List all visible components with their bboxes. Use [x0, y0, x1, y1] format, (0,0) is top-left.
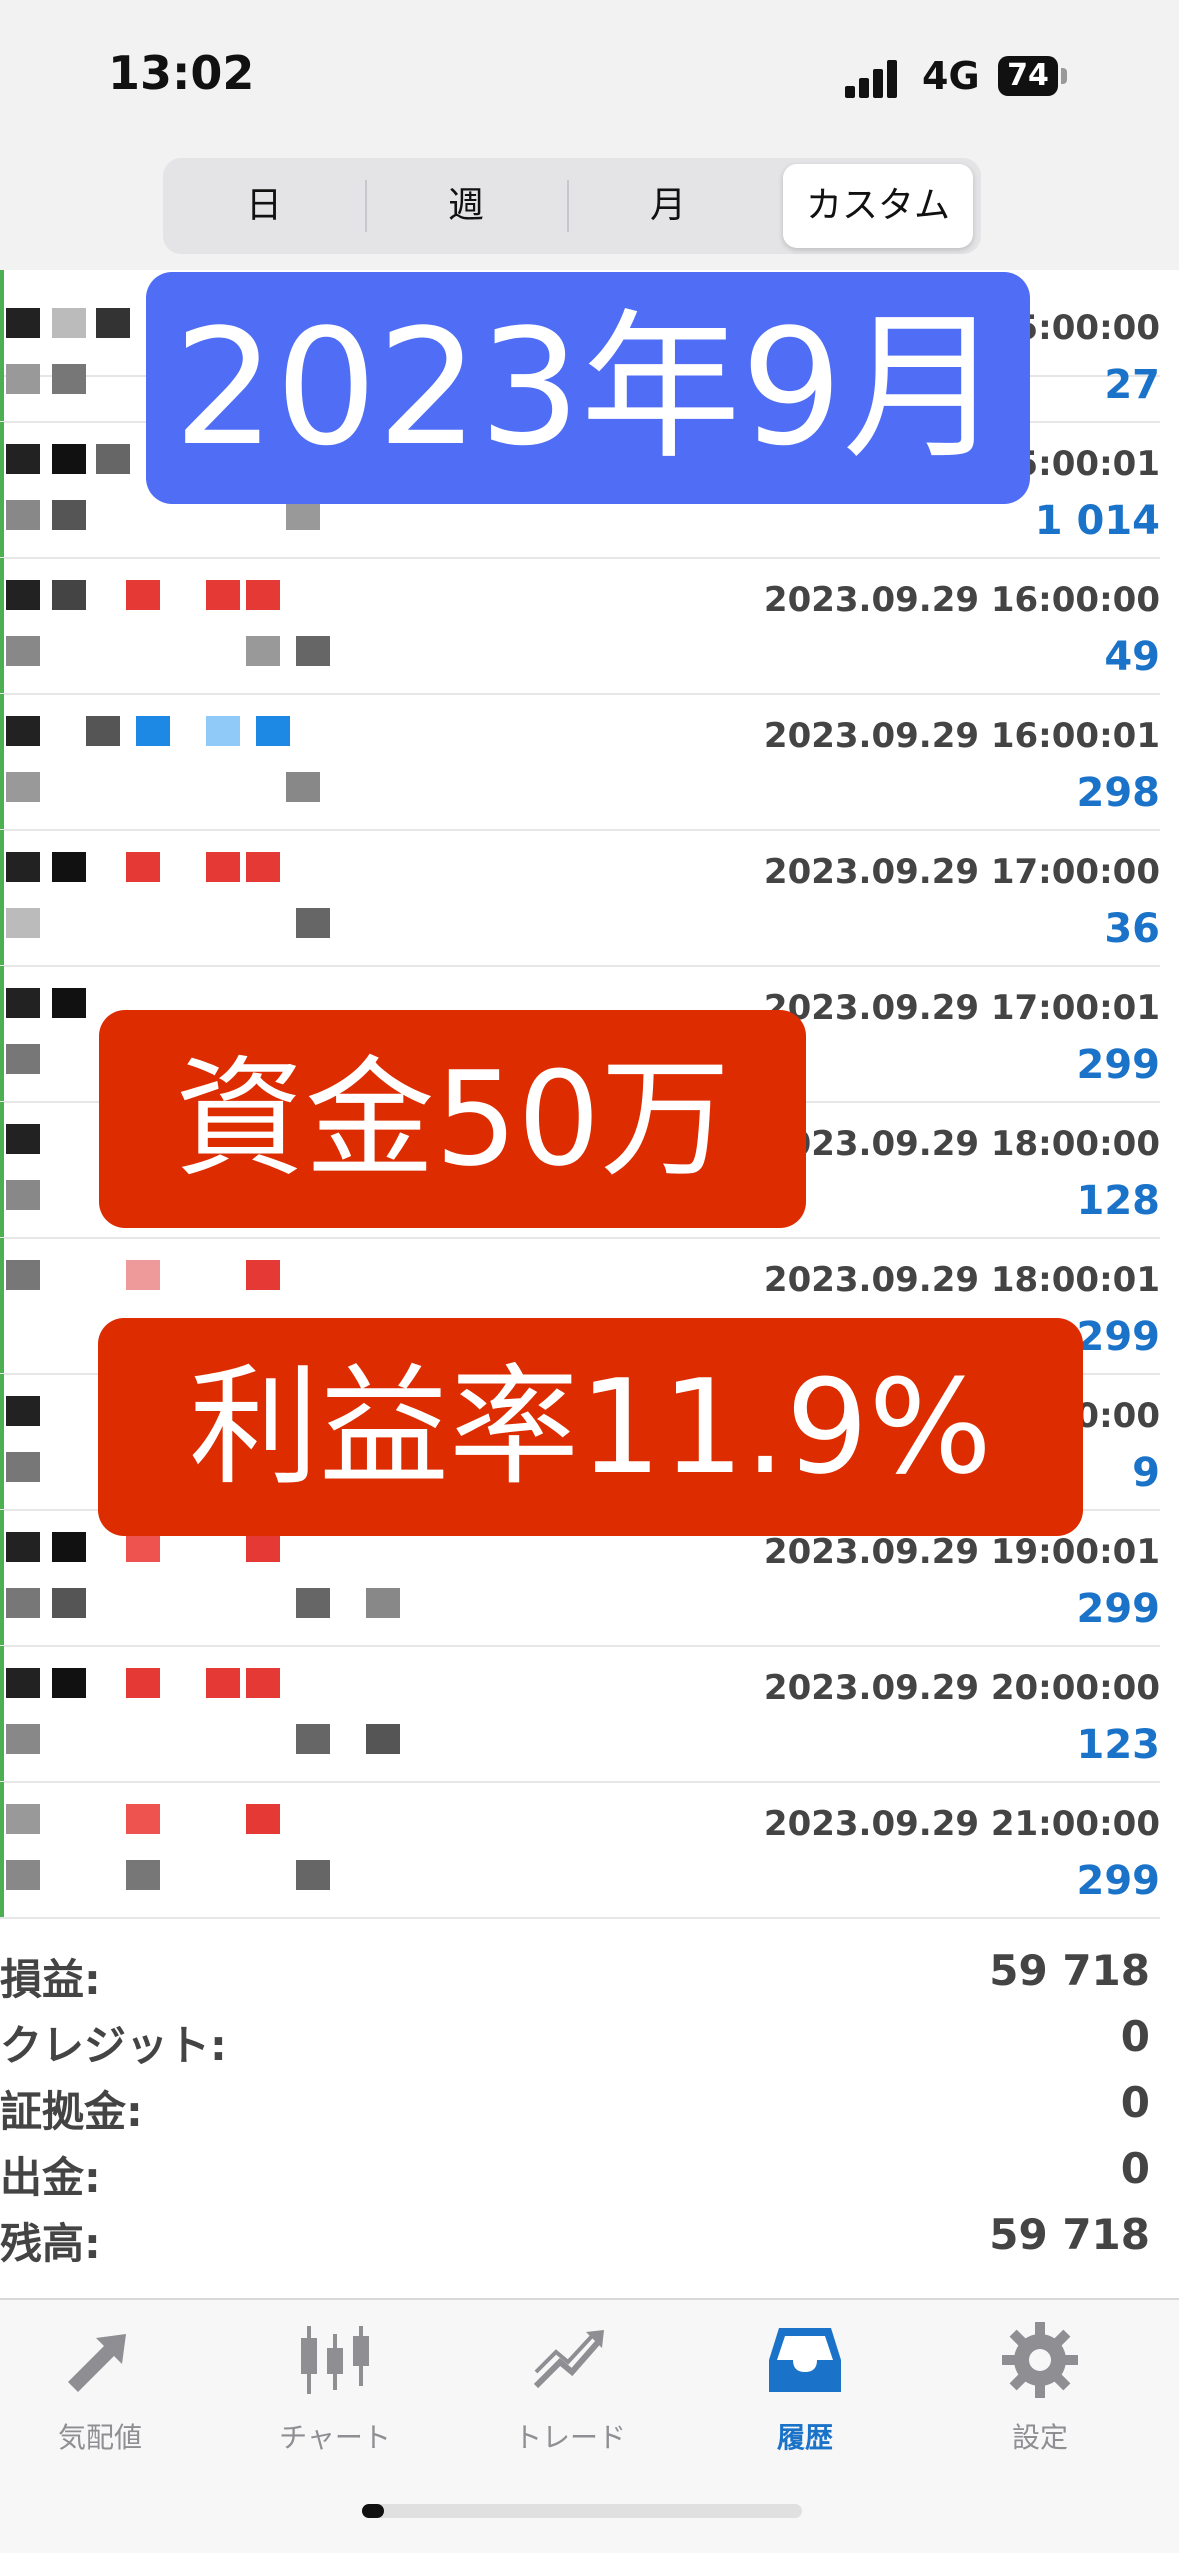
table-row[interactable]: 2023.09.29 17:00:00 36	[0, 830, 1160, 967]
pixelated-symbol	[6, 580, 426, 680]
tab-quotes[interactable]: 気配値	[0, 2320, 200, 2480]
tab-settings[interactable]: 設定	[940, 2320, 1140, 2480]
network-type: 4G	[922, 54, 980, 98]
trade-profit: 49	[1104, 634, 1160, 680]
trade-time: 5:00:01	[1014, 444, 1160, 484]
history-inbox-icon	[769, 2328, 841, 2392]
summary-value: 0	[1120, 2012, 1150, 2061]
trade-time: 2023.09.29 16:00:01	[763, 716, 1160, 756]
trade-time: 2023.09.29 19:00:01	[763, 1532, 1160, 1572]
tab-day[interactable]: 日	[171, 164, 357, 248]
signal-strength-icon	[845, 58, 905, 98]
tab-chart[interactable]: チャート	[235, 2320, 435, 2480]
trade-trend-icon	[533, 2330, 604, 2389]
home-indicator[interactable]	[362, 2504, 802, 2518]
trade-profit: 1 014	[1034, 498, 1160, 544]
trade-profit: 36	[1104, 906, 1160, 952]
trade-time: 2023.09.29 18:00:00	[763, 1124, 1160, 1164]
account-summary: 損益: 59 718 クレジット: 0 証拠金: 0 出金: 0 残高: 59 …	[0, 1940, 1179, 2300]
clock: 13:02	[108, 46, 255, 100]
trade-profit: 128	[1076, 1178, 1161, 1224]
tab-label: チャート	[279, 2421, 391, 2454]
trade-profit: 299	[1076, 1314, 1161, 1360]
summary-label: クレジット:	[0, 2021, 227, 2070]
trade-time: 2023.09.29 18:00:01	[763, 1260, 1160, 1300]
tab-week[interactable]: 週	[373, 164, 559, 248]
summary-value: 59 718	[989, 2210, 1150, 2259]
tab-trade[interactable]: トレード	[470, 2320, 670, 2480]
pixelated-symbol	[6, 1804, 426, 1904]
segment-divider	[365, 180, 367, 232]
tab-label: 気配値	[57, 2421, 142, 2454]
summary-value: 0	[1120, 2144, 1150, 2193]
trade-time: 2023.09.29 21:00:00	[763, 1804, 1160, 1844]
month-overlay-badge: 2023年9月	[146, 272, 1030, 504]
trade-profit: 27	[1104, 362, 1160, 408]
settings-gear-icon	[1002, 2322, 1078, 2398]
tab-label: 履歴	[776, 2421, 833, 2454]
summary-label: 証拠金:	[0, 2087, 143, 2136]
pixelated-symbol	[6, 716, 426, 816]
tab-label: トレード	[513, 2421, 626, 2454]
summary-label: 出金:	[0, 2153, 101, 2202]
summary-value: 0	[1120, 2078, 1150, 2127]
pixelated-symbol	[6, 852, 426, 952]
trade-time: 5:00:00	[1014, 308, 1160, 348]
trade-profit: 299	[1076, 1586, 1161, 1632]
tab-history[interactable]: 履歴	[705, 2320, 905, 2480]
trade-profit: 299	[1076, 1042, 1161, 1088]
trade-profit: 9	[1132, 1450, 1160, 1496]
trade-time: 2023.09.29 17:00:00	[763, 852, 1160, 892]
tab-month[interactable]: 月	[575, 164, 761, 248]
summary-row-profit: 損益: 59 718	[0, 1940, 1150, 2006]
battery-icon: 74	[998, 56, 1058, 96]
summary-value: 59 718	[989, 1946, 1150, 1995]
table-row[interactable]: 2023.09.29 16:00:01 298	[0, 694, 1160, 831]
tab-label: 設定	[1011, 2421, 1068, 2454]
table-row[interactable]: 2023.09.29 21:00:00 299	[0, 1782, 1160, 1919]
summary-label: 損益:	[0, 1955, 101, 2004]
segment-divider	[567, 180, 569, 232]
trade-profit: 298	[1076, 770, 1161, 816]
quotes-arrows-icon	[68, 2334, 126, 2392]
summary-label: 残高:	[0, 2219, 101, 2268]
trade-profit: 299	[1076, 1858, 1161, 1904]
candlestick-chart-icon	[301, 2326, 369, 2394]
battery-cap	[1061, 68, 1067, 84]
table-row[interactable]: 2023.09.29 20:00:00 123	[0, 1646, 1160, 1783]
profit-rate-overlay-badge: 利益率11.9%	[98, 1318, 1083, 1536]
trade-profit: 123	[1076, 1722, 1161, 1768]
summary-row-credit: クレジット: 0	[0, 2006, 1150, 2072]
trade-time: 0:00	[1075, 1396, 1160, 1436]
summary-row-margin: 証拠金: 0	[0, 2072, 1150, 2138]
period-segmented-control: 日 週 月 カスタム	[163, 158, 981, 254]
trade-time: 2023.09.29 16:00:00	[763, 580, 1160, 620]
summary-row-withdrawal: 出金: 0	[0, 2138, 1150, 2204]
pixelated-symbol	[6, 1532, 426, 1632]
status-bar: 13:02 4G 74	[0, 0, 1179, 150]
trade-time: 2023.09.29 20:00:00	[763, 1668, 1160, 1708]
trade-time: 2023.09.29 17:00:01	[763, 988, 1160, 1028]
table-row[interactable]: 2023.09.29 16:00:00 49	[0, 558, 1160, 695]
fund-overlay-badge: 資金50万	[99, 1010, 806, 1228]
summary-row-balance: 残高: 59 718	[0, 2204, 1150, 2270]
tab-custom[interactable]: カスタム	[783, 164, 973, 248]
pixelated-symbol	[6, 1668, 426, 1768]
